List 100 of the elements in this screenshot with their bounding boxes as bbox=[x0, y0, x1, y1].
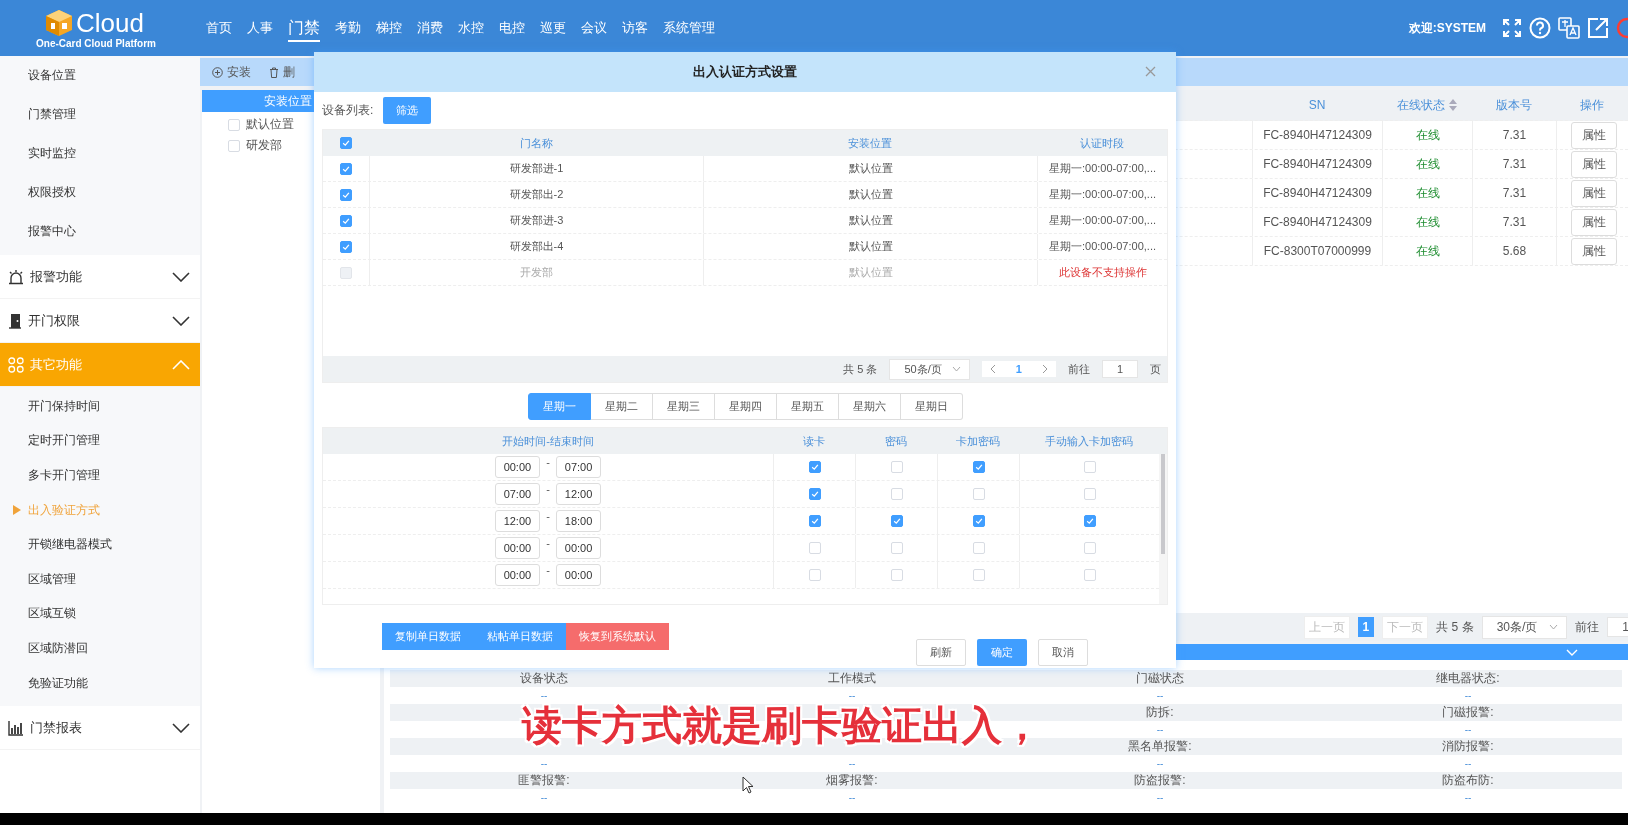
video-subtitle: 读卡方式就是刷卡验证出入， bbox=[522, 702, 1042, 749]
alarm-bell-icon bbox=[8, 268, 24, 285]
nav-tab[interactable]: 考勤 bbox=[335, 15, 361, 41]
sidebar-item[interactable]: 定时开门管理 bbox=[0, 423, 200, 459]
location-label: 研发部 bbox=[246, 137, 282, 154]
nav-tab[interactable]: 电控 bbox=[499, 15, 525, 41]
toolbar-button[interactable]: 安装 bbox=[212, 63, 251, 81]
table-cell: 默认位置 bbox=[703, 156, 1037, 181]
nav-tab[interactable]: 水控 bbox=[458, 15, 484, 41]
checkbox[interactable] bbox=[890, 515, 903, 527]
nav-tab[interactable]: 人事 bbox=[247, 15, 273, 41]
scrollbar[interactable] bbox=[1159, 454, 1167, 604]
table-cell: 星期一:00:00-07:00,... bbox=[1037, 156, 1167, 181]
footer-button[interactable]: 取消 bbox=[1038, 639, 1088, 666]
sidebar-item[interactable]: 区域管理 bbox=[0, 561, 200, 597]
table-cell: 默认位置 bbox=[703, 182, 1037, 207]
sidebar-item[interactable]: 设备位置 bbox=[0, 56, 200, 95]
column-header: 读卡 bbox=[802, 433, 826, 449]
day-tab[interactable]: 星期六 bbox=[838, 393, 901, 420]
nav-tab[interactable]: 首页 bbox=[206, 15, 232, 41]
end-time-field[interactable]: 00:00 bbox=[555, 564, 602, 586]
page-size-select[interactable]: 30条/页 bbox=[1481, 615, 1568, 639]
checkbox[interactable] bbox=[808, 461, 821, 473]
properties-button[interactable]: 属性 bbox=[1571, 208, 1617, 236]
column-header: 密码 bbox=[884, 433, 908, 449]
page-size-select[interactable]: 50条/页 bbox=[889, 358, 970, 380]
checkbox[interactable] bbox=[1083, 515, 1096, 527]
checkbox[interactable] bbox=[340, 214, 352, 227]
close-icon[interactable] bbox=[1145, 66, 1156, 77]
checkbox[interactable] bbox=[808, 515, 821, 527]
day-tab[interactable]: 星期二 bbox=[590, 393, 653, 420]
nav-tab[interactable]: 梯控 bbox=[376, 15, 402, 41]
sidebar-item[interactable]: 门禁管理 bbox=[0, 95, 200, 134]
translate-icon[interactable] bbox=[1558, 17, 1580, 39]
table-cell: FC-8940H47124309 bbox=[1252, 208, 1382, 236]
status-value: -- bbox=[540, 758, 548, 769]
dialog-title: 出入认证方式设置 bbox=[693, 63, 797, 81]
sort-icon[interactable] bbox=[1449, 99, 1457, 111]
properties-button[interactable]: 属性 bbox=[1571, 179, 1617, 207]
properties-button[interactable]: 属性 bbox=[1571, 150, 1617, 178]
day-tab[interactable]: 星期三 bbox=[652, 393, 715, 420]
end-time-field[interactable]: 07:00 bbox=[555, 456, 602, 478]
status-label: 匪警报警: bbox=[518, 773, 570, 787]
sidebar-item[interactable]: 免验证功能 bbox=[0, 665, 200, 701]
nav-tab[interactable]: 消费 bbox=[417, 15, 443, 41]
end-time-field[interactable]: 00:00 bbox=[555, 537, 602, 559]
footer-button[interactable]: 刷新 bbox=[916, 639, 966, 666]
day-tab[interactable]: 星期四 bbox=[714, 393, 777, 420]
sidebar-item[interactable]: 多卡开门管理 bbox=[0, 458, 200, 493]
column-header: SN bbox=[1307, 97, 1327, 114]
column-header: 手动输入卡加密码 bbox=[1044, 433, 1134, 449]
status-text: 在线 bbox=[1382, 121, 1472, 149]
table-cell: 研发部进-3 bbox=[369, 208, 703, 233]
goto-page-field[interactable]: 1 bbox=[1607, 617, 1628, 637]
location-label: 默认位置 bbox=[246, 116, 294, 133]
table-cell: 7.31 bbox=[1472, 179, 1556, 207]
table-cell: 开发部 bbox=[369, 260, 703, 285]
properties-button[interactable]: 属性 bbox=[1571, 121, 1617, 149]
nav-tab[interactable]: 门禁 bbox=[288, 14, 320, 42]
nav-tab[interactable]: 访客 bbox=[622, 15, 648, 41]
checkbox[interactable] bbox=[340, 240, 352, 253]
start-time-field[interactable]: 00:00 bbox=[494, 456, 541, 478]
checkbox[interactable] bbox=[808, 488, 821, 500]
nav-tab[interactable]: 会议 bbox=[581, 15, 607, 41]
chevron-left-icon[interactable] bbox=[989, 364, 996, 374]
start-time-field[interactable]: 00:00 bbox=[494, 537, 541, 559]
start-time-field[interactable]: 00:00 bbox=[494, 564, 541, 586]
end-time-field[interactable]: 12:00 bbox=[555, 483, 602, 505]
toolbar-button[interactable]: 删 bbox=[269, 63, 295, 81]
table-cell: FC-8940H47124309 bbox=[1252, 150, 1382, 178]
page-suffix: 页 bbox=[1150, 361, 1161, 377]
sidebar-item[interactable]: 区域互锁 bbox=[0, 596, 200, 632]
sidebar-item[interactable]: 权限授权 bbox=[0, 173, 200, 212]
sidebar-item[interactable]: 开锁继电器模式 bbox=[0, 527, 200, 562]
help-icon[interactable] bbox=[1529, 17, 1551, 39]
sidebar-item[interactable]: 区域防潜回 bbox=[0, 631, 200, 666]
end-time-field[interactable]: 18:00 bbox=[555, 510, 602, 532]
column-header: 认证时段 bbox=[1079, 135, 1125, 151]
properties-button[interactable]: 属性 bbox=[1571, 237, 1617, 265]
checkbox[interactable] bbox=[972, 515, 985, 527]
sidebar-item[interactable]: 开门保持时间 bbox=[0, 389, 200, 424]
checkbox[interactable] bbox=[340, 188, 352, 201]
chevron-right-icon[interactable] bbox=[1041, 364, 1048, 374]
sidebar-item[interactable]: 报警中心 bbox=[0, 212, 200, 251]
status-label: 防盗布防: bbox=[1442, 773, 1494, 787]
day-tab[interactable]: 星期五 bbox=[776, 393, 839, 420]
start-time-field[interactable]: 07:00 bbox=[494, 483, 541, 505]
nav-tab[interactable]: 系统管理 bbox=[663, 15, 715, 41]
start-time-field[interactable]: 12:00 bbox=[494, 510, 541, 532]
goto-page-field[interactable]: 1 bbox=[1101, 360, 1138, 378]
column-header: 安装位置 bbox=[847, 135, 893, 151]
fullscreen-icon[interactable] bbox=[1502, 18, 1522, 38]
sidebar-item[interactable]: 实时监控 bbox=[0, 134, 200, 173]
checkbox[interactable] bbox=[340, 162, 352, 175]
external-link-icon[interactable] bbox=[1587, 17, 1609, 39]
checkbox[interactable] bbox=[972, 461, 985, 473]
nav-tab[interactable]: 巡更 bbox=[540, 15, 566, 41]
day-tab[interactable]: 星期日 bbox=[900, 393, 963, 420]
checkbox[interactable] bbox=[340, 137, 352, 149]
scrollbar-thumb[interactable] bbox=[1161, 454, 1165, 554]
